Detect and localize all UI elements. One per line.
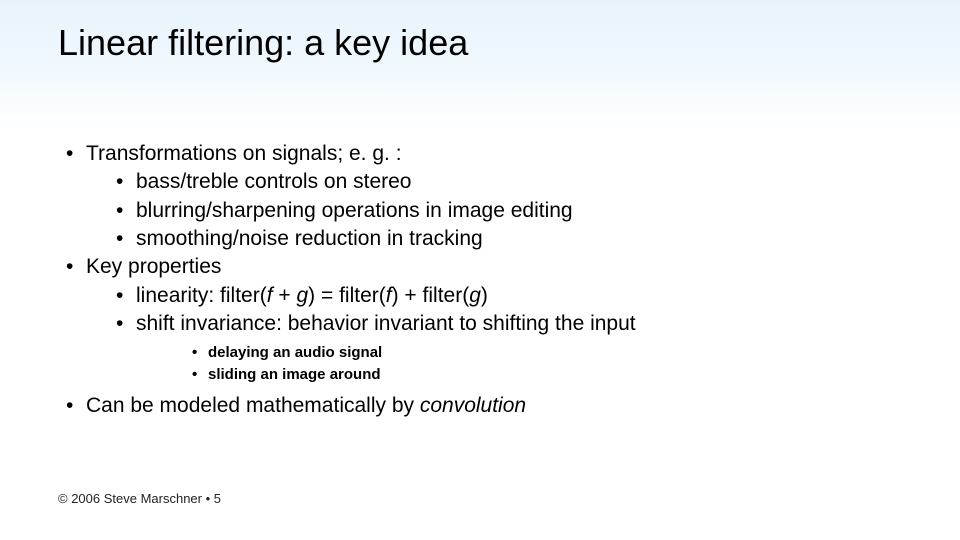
bullet-text: Key properties: [86, 255, 221, 278]
slide: Linear filtering: a key idea Transformat…: [0, 0, 960, 540]
list-item: linearity: filter(f + g) = filter(f) + f…: [108, 282, 920, 310]
list-item: delaying an audio signal: [186, 342, 920, 364]
list-item: Key properties linearity: filter(f + g) …: [58, 253, 920, 386]
slide-footer: © 2006 Steve Marschner • 5: [58, 491, 221, 506]
bullet-text: delaying an audio signal: [208, 344, 382, 361]
sub-sub-list: delaying an audio signal sliding an imag…: [186, 342, 920, 386]
list-item: smoothing/noise reduction in tracking: [108, 225, 920, 253]
bullet-text: linearity: filter(f + g) = filter(f) + f…: [136, 284, 488, 307]
bullet-list: Transformations on signals; e. g. : bass…: [58, 140, 920, 420]
bullet-text: blurring/sharpening operations in image …: [136, 199, 573, 222]
bullet-text: shift invariance: behavior invariant to …: [136, 312, 636, 335]
bullet-text: sliding an image around: [208, 366, 381, 383]
bullet-text: Can be modeled mathematically by convolu…: [86, 394, 526, 417]
bullet-text: smoothing/noise reduction in tracking: [136, 227, 483, 250]
slide-title: Linear filtering: a key idea: [58, 22, 468, 64]
list-item: blurring/sharpening operations in image …: [108, 197, 920, 225]
list-item: Can be modeled mathematically by convolu…: [58, 392, 920, 420]
list-item: Transformations on signals; e. g. : bass…: [58, 140, 920, 253]
list-item: shift invariance: behavior invariant to …: [108, 310, 920, 386]
sub-list: linearity: filter(f + g) = filter(f) + f…: [108, 282, 920, 386]
slide-body: Transformations on signals; e. g. : bass…: [58, 140, 920, 420]
list-item: bass/treble controls on stereo: [108, 168, 920, 196]
bullet-text: bass/treble controls on stereo: [136, 170, 411, 193]
bullet-text: Transformations on signals; e. g. :: [86, 142, 402, 165]
sub-list: bass/treble controls on stereo blurring/…: [108, 168, 920, 253]
list-item: sliding an image around: [186, 364, 920, 386]
